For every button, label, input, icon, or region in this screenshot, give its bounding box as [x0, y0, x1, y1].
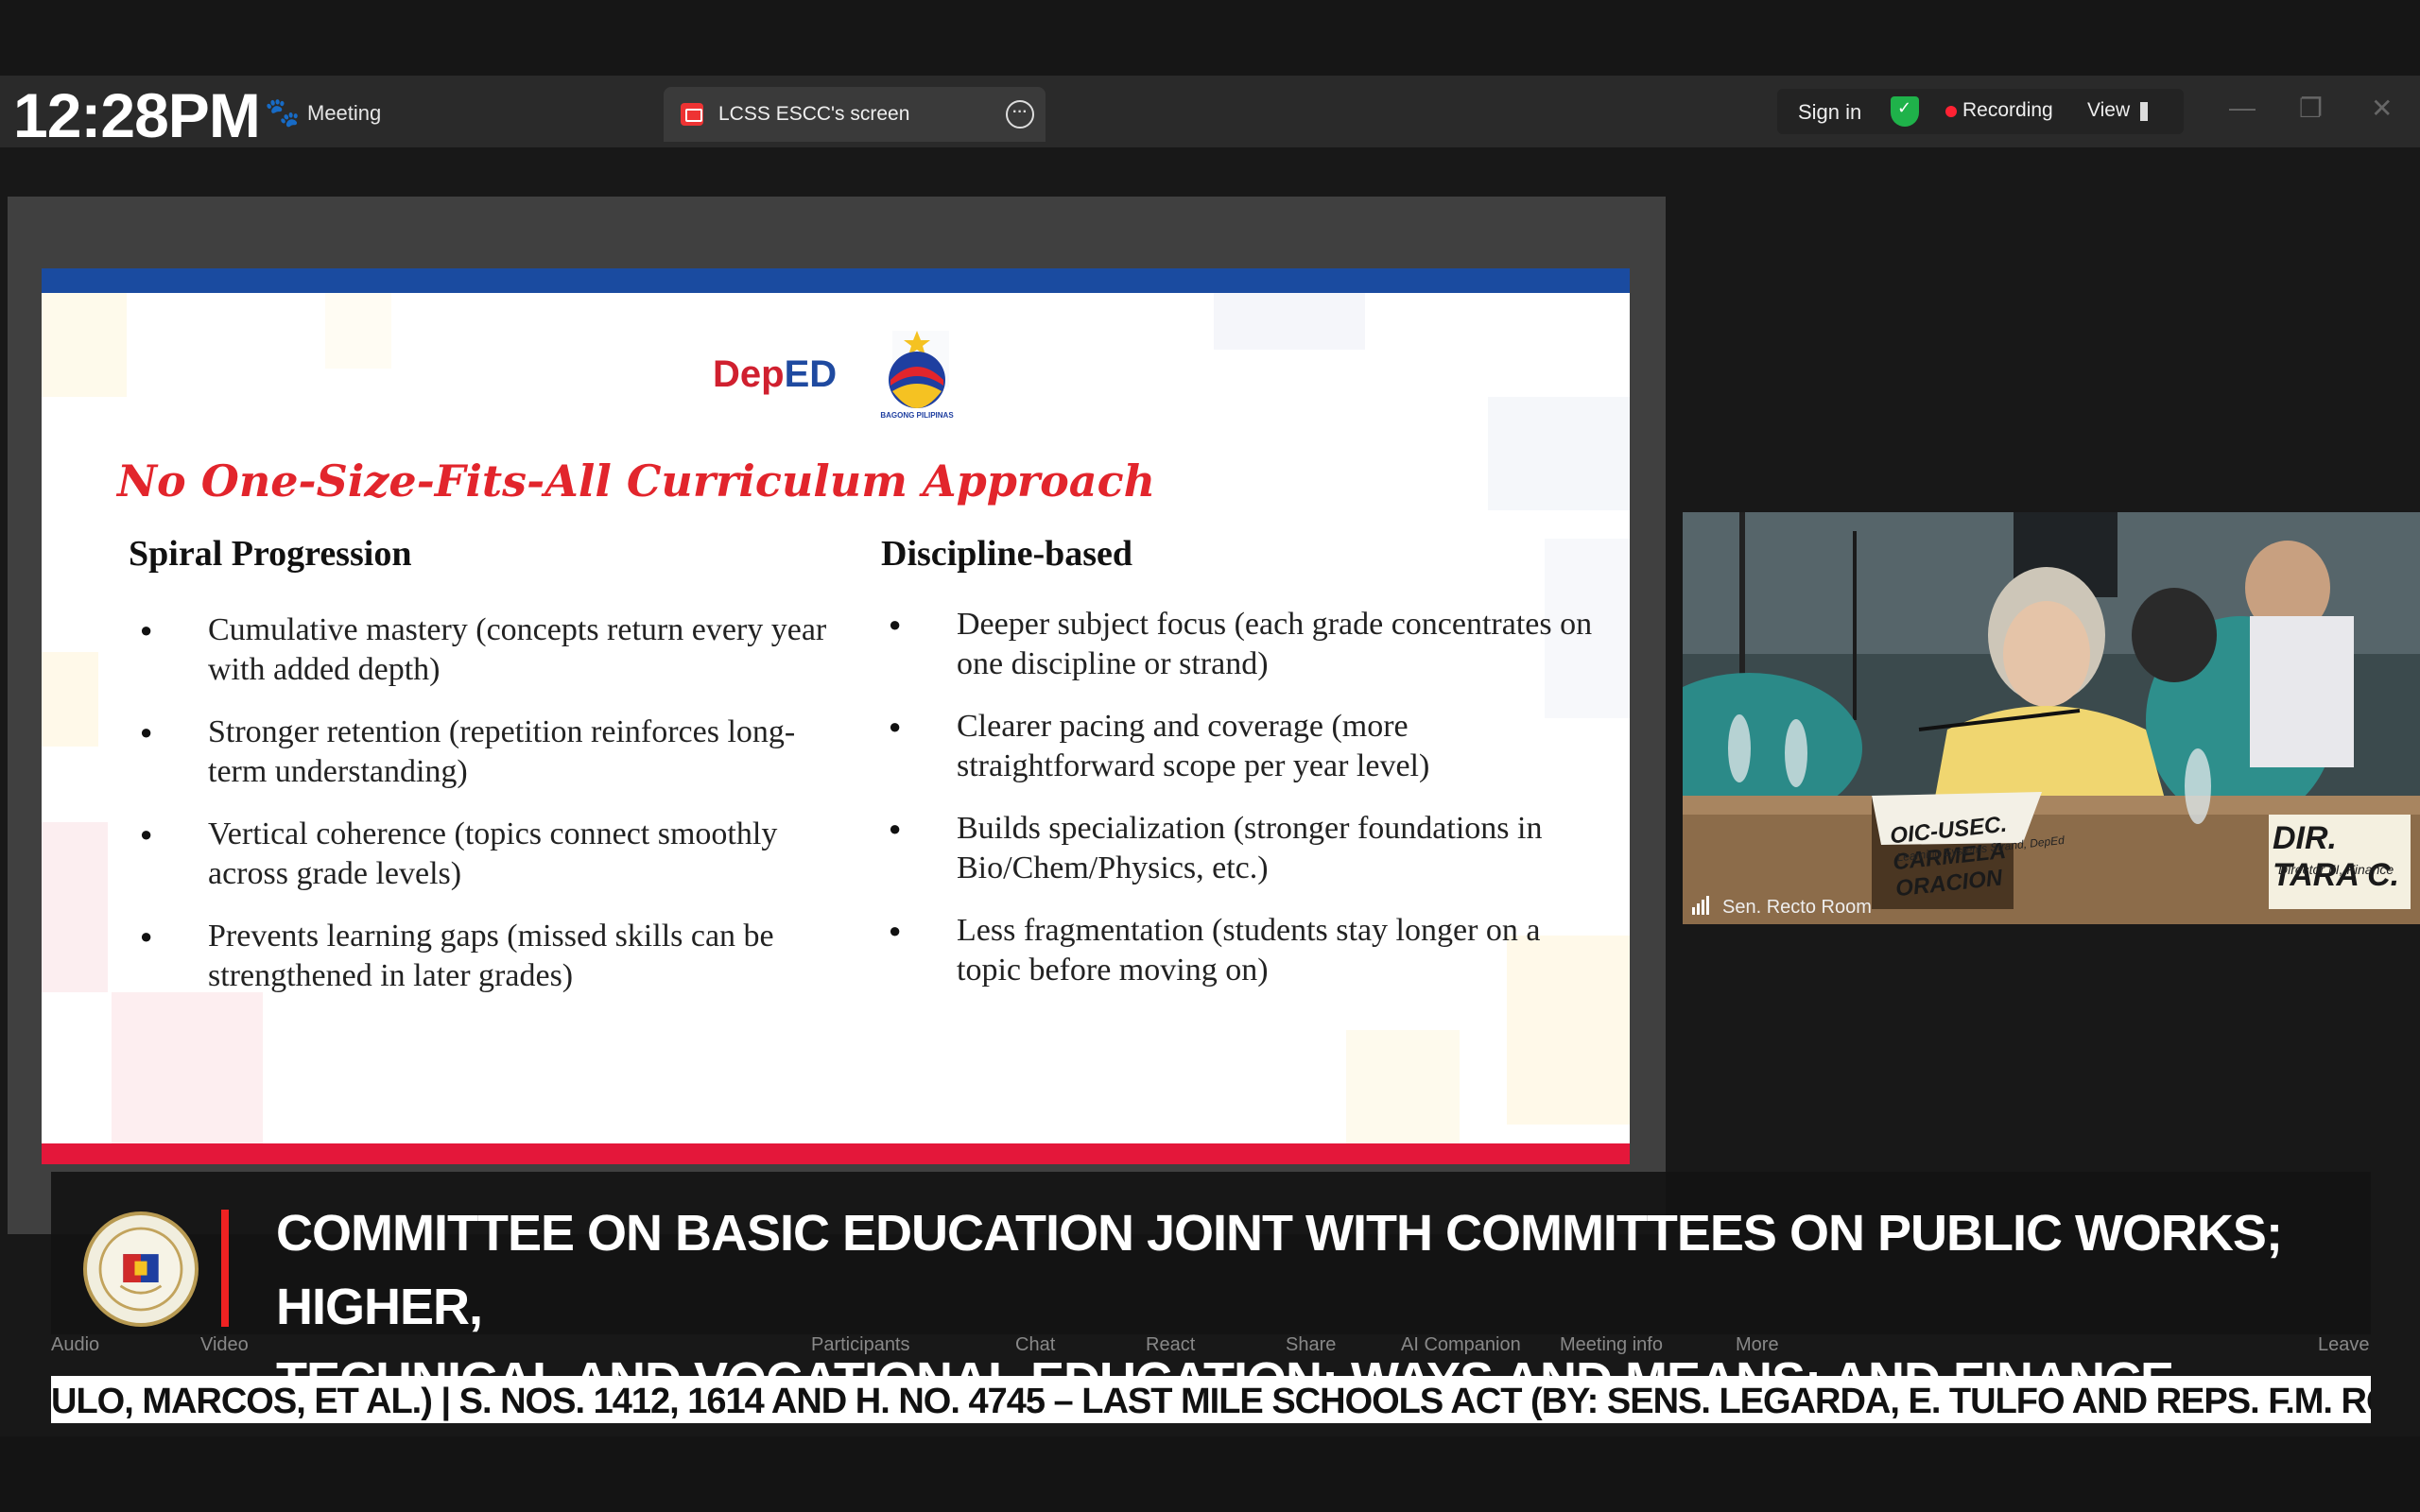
slide-top-bar: [42, 268, 1630, 293]
slide-title: No One-Size-Fits-All Curriculum Approach: [117, 455, 1156, 507]
list-item: Builds specialization (stronger foundati…: [889, 809, 1598, 888]
top-letterbox: [0, 0, 2420, 76]
list-item: Less fragmentation (students stay longer…: [889, 911, 1598, 990]
close-icon[interactable]: ✕: [2371, 93, 2393, 124]
deped-logo-dep: Dep: [713, 353, 785, 395]
senate-seal-icon: [83, 1211, 199, 1327]
video-button[interactable]: Video: [200, 1334, 249, 1356]
share-screen-icon: [681, 103, 703, 126]
ai-companion-button[interactable]: AI Companion: [1401, 1334, 1521, 1356]
more-options-icon[interactable]: ···: [1006, 100, 1034, 129]
nameplate-tara: DIR. TARA C.: [2273, 820, 2400, 893]
discipline-based-list: Deeper subject focus (each grade concent…: [889, 605, 1598, 1013]
more-button[interactable]: More: [1736, 1334, 1779, 1356]
view-button[interactable]: View: [2087, 99, 2130, 122]
sign-in-button[interactable]: Sign in: [1798, 100, 1861, 125]
spiral-progression-heading: Spiral Progression: [129, 534, 412, 574]
list-item: Vertical coherence (topics connect smoot…: [140, 815, 839, 894]
clock-overlay: 12:28PM: [13, 80, 261, 150]
bagong-pilipinas-logo: BAGONG PILIPINAS: [880, 331, 954, 420]
meeting-label[interactable]: Meeting: [307, 101, 381, 126]
bottom-letterbox: [0, 1436, 2420, 1512]
window-frame: 12:28PM 🐾 Meeting LCSS ESCC's screen ···…: [0, 0, 2420, 1512]
slide-bottom-bar: [42, 1143, 1630, 1164]
nameplate-tara-sub: Director III, Finance: [2278, 862, 2394, 877]
react-button[interactable]: React: [1146, 1334, 1195, 1356]
participants-button[interactable]: Participants: [811, 1334, 910, 1356]
share-button[interactable]: Share: [1286, 1334, 1336, 1356]
list-item: Cumulative mastery (concepts return ever…: [140, 610, 839, 690]
committee-title-line-1: COMMITTEE ON BASIC EDUCATION JOINT WITH …: [276, 1205, 2283, 1335]
audio-button[interactable]: Audio: [51, 1334, 99, 1356]
paw-icon: 🐾: [265, 97, 301, 129]
deped-logo: DepED: [713, 353, 837, 396]
discipline-based-heading: Discipline-based: [881, 534, 1133, 574]
spiral-progression-list: Cumulative mastery (concepts return ever…: [140, 610, 839, 1019]
chat-button[interactable]: Chat: [1015, 1334, 1055, 1356]
recording-dot-icon: [1945, 106, 1957, 117]
participant-video-tile[interactable]: OIC-USEC. CARMELA ORACION Learning Syste…: [1683, 512, 2420, 924]
room-name-label: Sen. Recto Room: [1722, 897, 1872, 918]
list-item: Clearer pacing and coverage (more straig…: [889, 707, 1598, 786]
ticker-text: ULO, MARCOS, ET AL.) | S. NOS. 1412, 161…: [51, 1382, 2371, 1421]
presentation-slide: DepED BAGONG PILIPINAS No One-Size-Fits-…: [42, 268, 1630, 1164]
list-item: Prevents learning gaps (missed skills ca…: [140, 917, 839, 996]
leave-button[interactable]: Leave: [2318, 1334, 2370, 1356]
meeting-controls-bar: Audio Video Participants Chat React Shar…: [0, 1334, 2420, 1372]
encryption-shield-icon[interactable]: [1891, 96, 1919, 127]
share-tab-label: LCSS ESCC's screen: [718, 103, 910, 125]
list-item: Deeper subject focus (each grade concent…: [889, 605, 1598, 684]
screen-share-tab[interactable]: LCSS ESCC's screen ···: [664, 87, 1046, 142]
meeting-info-button[interactable]: Meeting info: [1560, 1334, 1663, 1356]
minimize-icon[interactable]: —: [2229, 93, 2256, 123]
view-layout-icon: [2140, 102, 2157, 121]
list-item: Stronger retention (repetition reinforce…: [140, 713, 839, 792]
signal-strength-icon: [1692, 896, 1709, 915]
news-ticker: ULO, MARCOS, ET AL.) | S. NOS. 1412, 161…: [51, 1376, 2371, 1423]
recording-indicator[interactable]: Recording: [1962, 99, 2053, 122]
restore-icon[interactable]: ❐: [2299, 93, 2323, 124]
lower-third-accent: [221, 1210, 229, 1327]
meeting-top-toolbar: Sign in Recording View: [1777, 89, 2184, 134]
deped-logo-ed: ED: [784, 353, 838, 395]
bagong-pilipinas-caption: BAGONG PILIPINAS: [880, 411, 954, 420]
